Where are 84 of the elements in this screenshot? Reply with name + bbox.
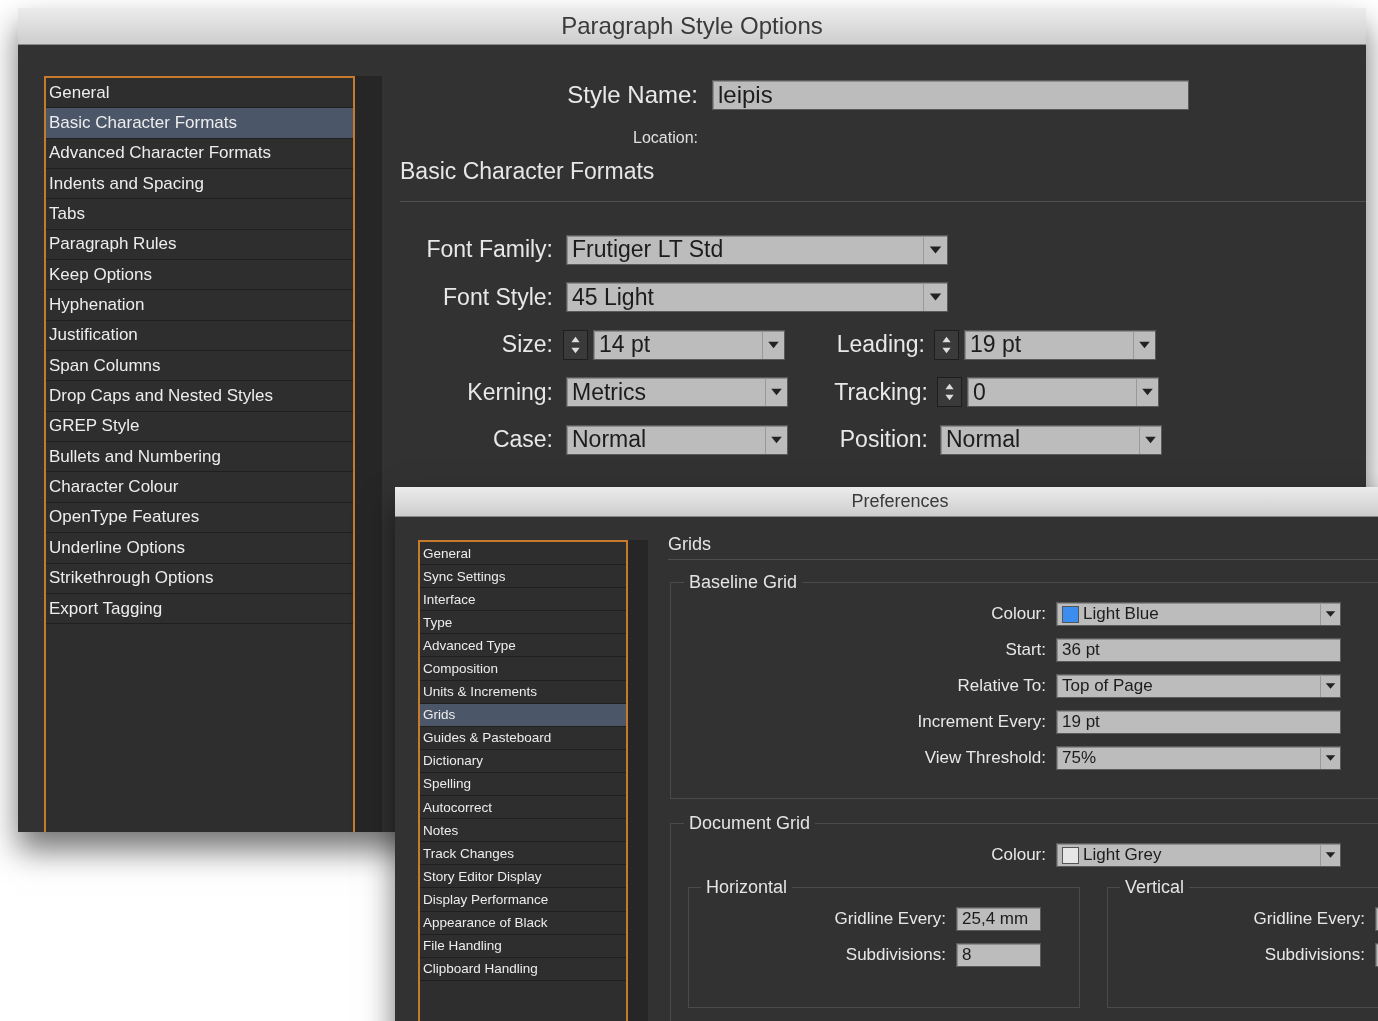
sidebar-item[interactable]: File Handling	[420, 934, 626, 958]
sidebar-item[interactable]: Tabs	[46, 199, 353, 230]
sidebar-item[interactable]: Appearance of Black	[420, 911, 626, 935]
field-label: Font Style:	[442, 283, 553, 311]
sidebar-item[interactable]: Display Performance	[420, 888, 626, 912]
field-label: Tracking:	[833, 378, 928, 406]
text-field[interactable]: leipis	[712, 80, 1189, 110]
sidebar-item[interactable]: Bullets and Numbering	[46, 442, 353, 473]
field-label: Case:	[491, 426, 553, 454]
field-label: Increment Every:	[916, 712, 1046, 733]
dropdown[interactable]: Normal	[940, 424, 1162, 455]
field-label: Gridline Every:	[1252, 909, 1365, 930]
dropdown[interactable]: Top of Page	[1056, 674, 1341, 699]
field-label: Colour:	[990, 845, 1046, 866]
field-label: Gridline Every:	[833, 909, 946, 930]
field-label: Size:	[500, 331, 553, 359]
group-title: Vertical	[1124, 877, 1186, 898]
section-title: Basic Character Formats	[400, 157, 656, 186]
window-title: Paragraph Style Options	[561, 12, 823, 40]
dropdown[interactable]: 19 pt	[964, 329, 1156, 360]
dropdown[interactable]: 45 Light	[566, 282, 948, 313]
sidebar-item[interactable]: General	[420, 542, 626, 566]
sidebar-item[interactable]: Span Columns	[46, 351, 353, 382]
group-title: Document Grid	[688, 813, 812, 834]
sidebar-item[interactable]: Drop Caps and Nested Styles	[46, 381, 353, 412]
dropdown[interactable]: 0	[967, 377, 1159, 408]
section-title: Grids	[668, 533, 712, 556]
sidebar-item[interactable]: Story Editor Display	[420, 865, 626, 889]
sidebar-item[interactable]: Type	[420, 611, 626, 635]
field-label: Position:	[838, 426, 928, 454]
text-field[interactable]: 19 pt	[1056, 710, 1341, 735]
sidebar-item[interactable]: OpenType Features	[46, 502, 353, 534]
dropdown[interactable]: Metrics	[566, 377, 788, 408]
sidebar-item[interactable]: Hyphenation	[46, 290, 353, 321]
window-title: Preferences	[851, 491, 949, 512]
field-label: Colour:	[990, 604, 1046, 625]
field-label: View Threshold:	[923, 748, 1046, 769]
field-label: Kerning:	[466, 378, 553, 406]
sidebar-item[interactable]: GREP Style	[46, 411, 353, 443]
field-label: Relative To:	[956, 676, 1046, 697]
sidebar-item[interactable]: Keep Options	[46, 260, 353, 291]
stepper-arrows-icon[interactable]	[934, 329, 959, 360]
sidebar-item[interactable]: Dictionary	[420, 749, 626, 773]
sidebar-item[interactable]: Paragraph Rules	[46, 229, 353, 261]
sidebar-item[interactable]: Export Tagging	[46, 593, 353, 625]
sidebar-item[interactable]: Justification	[46, 320, 353, 352]
sidebar-item[interactable]: Advanced Character Formats	[46, 138, 353, 170]
dropdown[interactable]: Normal	[566, 424, 788, 455]
field-label: Style Name:	[566, 81, 698, 109]
sidebar-item[interactable]: Basic Character Formats	[46, 108, 353, 139]
sidebar-item[interactable]: Sync Settings	[420, 565, 626, 589]
field-label: Subdivisions:	[1263, 945, 1365, 966]
group-title: Baseline Grid	[688, 572, 799, 593]
sidebar-item[interactable]: Track Changes	[420, 842, 626, 866]
text-field[interactable]: 25,4 mm	[956, 907, 1041, 932]
field-label: Location:	[632, 129, 698, 147]
stepper-arrows-icon[interactable]	[563, 329, 588, 360]
sidebar-item[interactable]: Spelling	[420, 772, 626, 797]
field-label: Start:	[1004, 640, 1046, 661]
dropdown[interactable]: Frutiger LT Std	[566, 234, 948, 265]
sidebar-item[interactable]: Guides & Pasteboard	[420, 726, 626, 750]
text-field[interactable]: 36 pt	[1056, 638, 1341, 663]
field-label: Font Family:	[425, 236, 553, 264]
sidebar-item[interactable]: Units & Increments	[420, 680, 626, 704]
group-title: Horizontal	[705, 877, 789, 898]
text-field[interactable]: 8	[956, 943, 1041, 968]
field-label: Subdivisions:	[844, 945, 946, 966]
sidebar-item[interactable]: Composition	[420, 657, 626, 681]
dropdown[interactable]: 75%	[1056, 746, 1341, 771]
sidebar-item[interactable]: Character Colour	[46, 472, 353, 503]
sidebar-item[interactable]: Autocorrect	[420, 796, 626, 820]
stepper-arrows-icon[interactable]	[937, 377, 962, 408]
sidebar-item[interactable]: Advanced Type	[420, 634, 626, 658]
sidebar-item[interactable]: Underline Options	[46, 533, 353, 564]
sidebar-item[interactable]: Strikethrough Options	[46, 563, 353, 594]
sidebar-item[interactable]: Notes	[420, 819, 626, 843]
dropdown[interactable]: 14 pt	[593, 329, 785, 360]
dropdown[interactable]: Light Blue	[1056, 602, 1341, 627]
sidebar-item[interactable]: Clipboard Handling	[420, 957, 626, 981]
sidebar-item[interactable]: Interface	[420, 588, 626, 612]
sidebar-item[interactable]: Grids	[420, 703, 626, 727]
field-label: Leading:	[835, 331, 925, 359]
dropdown[interactable]: Light Grey	[1056, 843, 1341, 868]
sidebar-item[interactable]: Indents and Spacing	[46, 169, 353, 200]
